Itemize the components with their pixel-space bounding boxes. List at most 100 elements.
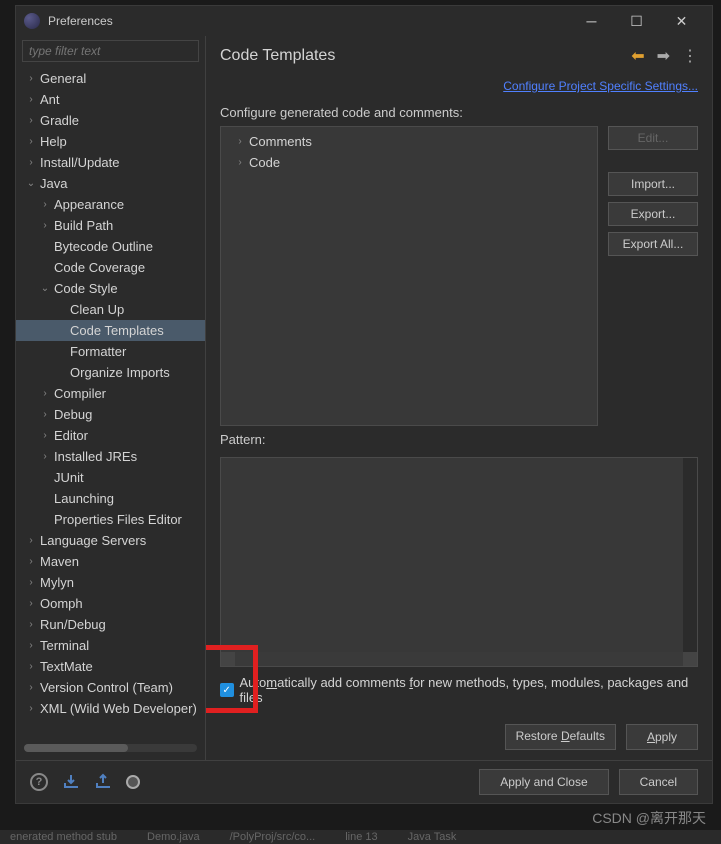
- tree-item[interactable]: ›Run/Debug: [16, 614, 205, 635]
- tree-item[interactable]: Organize Imports: [16, 362, 205, 383]
- tree-item[interactable]: ⌄Code Style: [16, 278, 205, 299]
- pattern-scrollbar-v[interactable]: [683, 458, 697, 652]
- tree-label: Clean Up: [68, 300, 124, 319]
- preferences-sidebar: ›General›Ant›Gradle›Help›Install/Update⌄…: [16, 36, 206, 760]
- tree-label: Debug: [52, 405, 92, 424]
- template-item[interactable]: ›Comments: [225, 131, 593, 152]
- expand-icon[interactable]: ›: [24, 699, 38, 718]
- tree-item[interactable]: ›Ant: [16, 89, 205, 110]
- maximize-button[interactable]: ☐: [614, 7, 659, 35]
- apply-button[interactable]: Apply: [626, 724, 698, 750]
- tree-item[interactable]: ›Compiler: [16, 383, 205, 404]
- dialog-footer: ? Apply and Close Cancel: [16, 760, 712, 803]
- oomph-icon[interactable]: [126, 775, 140, 789]
- page-title: Code Templates: [220, 47, 631, 65]
- nav-back-icon[interactable]: ⬅: [631, 46, 644, 66]
- tree-item[interactable]: Code Coverage: [16, 257, 205, 278]
- expand-icon[interactable]: ›: [24, 153, 38, 172]
- minimize-button[interactable]: ─: [569, 7, 614, 35]
- import-prefs-icon[interactable]: [62, 773, 80, 791]
- tree-item[interactable]: ›General: [16, 68, 205, 89]
- tree-item[interactable]: ›Terminal: [16, 635, 205, 656]
- export-button[interactable]: Export...: [608, 202, 698, 226]
- expand-icon[interactable]: ›: [24, 90, 38, 109]
- auto-comments-checkbox[interactable]: ✓: [220, 683, 234, 697]
- expand-icon[interactable]: ›: [24, 531, 38, 550]
- tree-item[interactable]: ⌄Java: [16, 173, 205, 194]
- expand-icon[interactable]: ›: [38, 195, 52, 214]
- tree-item[interactable]: ›Language Servers: [16, 530, 205, 551]
- expand-icon[interactable]: ›: [24, 573, 38, 592]
- tree-item[interactable]: Launching: [16, 488, 205, 509]
- tree-label: JUnit: [52, 468, 84, 487]
- tree-item[interactable]: ›Version Control (Team): [16, 677, 205, 698]
- tree-item[interactable]: ›Installed JREs: [16, 446, 205, 467]
- pattern-textarea[interactable]: [220, 457, 698, 667]
- expand-icon[interactable]: ⌄: [38, 279, 52, 298]
- templates-tree[interactable]: ›Comments›Code: [220, 126, 598, 426]
- export-prefs-icon[interactable]: [94, 773, 112, 791]
- tree-label: Install/Update: [38, 153, 120, 172]
- tree-item[interactable]: Bytecode Outline: [16, 236, 205, 257]
- expand-icon[interactable]: ›: [24, 69, 38, 88]
- tree-label: Ant: [38, 90, 60, 109]
- expand-icon[interactable]: ›: [233, 132, 247, 151]
- preferences-tree[interactable]: ›General›Ant›Gradle›Help›Install/Update⌄…: [16, 66, 205, 744]
- nav-menu-icon[interactable]: ⋮: [682, 46, 698, 66]
- expand-icon[interactable]: ›: [38, 384, 52, 403]
- titlebar[interactable]: Preferences ─ ☐ ✕: [16, 6, 712, 36]
- expand-icon[interactable]: ›: [24, 111, 38, 130]
- tree-item[interactable]: ›Editor: [16, 425, 205, 446]
- tree-label: Installed JREs: [52, 447, 137, 466]
- template-item[interactable]: ›Code: [225, 152, 593, 173]
- tree-label: Code: [247, 153, 280, 172]
- expand-icon[interactable]: ⌄: [24, 174, 38, 193]
- sidebar-scrollbar[interactable]: [24, 744, 197, 752]
- tree-item[interactable]: Code Templates: [16, 320, 205, 341]
- tree-item[interactable]: ›Appearance: [16, 194, 205, 215]
- tree-item[interactable]: ›Debug: [16, 404, 205, 425]
- tree-label: Code Templates: [68, 321, 164, 340]
- tree-item[interactable]: ›XML (Wild Web Developer): [16, 698, 205, 719]
- tree-item[interactable]: Clean Up: [16, 299, 205, 320]
- expand-icon[interactable]: ›: [38, 447, 52, 466]
- import-button[interactable]: Import...: [608, 172, 698, 196]
- expand-icon[interactable]: ›: [24, 657, 38, 676]
- expand-icon[interactable]: ›: [24, 615, 38, 634]
- tree-item[interactable]: ›Maven: [16, 551, 205, 572]
- project-settings-link[interactable]: Configure Project Specific Settings...: [503, 79, 698, 93]
- nav-forward-icon[interactable]: ➡: [657, 46, 670, 66]
- expand-icon[interactable]: ›: [38, 426, 52, 445]
- export-all-button[interactable]: Export All...: [608, 232, 698, 256]
- expand-icon[interactable]: ›: [24, 552, 38, 571]
- help-icon[interactable]: ?: [30, 773, 48, 791]
- auto-comments-checkbox-row[interactable]: ✓ Automatically add comments for new met…: [220, 667, 698, 715]
- tree-label: XML (Wild Web Developer): [38, 699, 197, 718]
- tree-item[interactable]: ›Install/Update: [16, 152, 205, 173]
- expand-icon[interactable]: ›: [233, 153, 247, 172]
- close-button[interactable]: ✕: [659, 7, 704, 35]
- tree-item[interactable]: ›Help: [16, 131, 205, 152]
- pattern-scrollbar-h[interactable]: [221, 652, 697, 666]
- expand-icon[interactable]: ›: [38, 216, 52, 235]
- expand-icon[interactable]: ›: [24, 636, 38, 655]
- expand-icon[interactable]: ›: [24, 132, 38, 151]
- expand-icon[interactable]: ›: [38, 405, 52, 424]
- tree-item[interactable]: ›Gradle: [16, 110, 205, 131]
- tree-item[interactable]: ›Oomph: [16, 593, 205, 614]
- edit-button[interactable]: Edit...: [608, 126, 698, 150]
- tree-item[interactable]: ›TextMate: [16, 656, 205, 677]
- tree-item[interactable]: Formatter: [16, 341, 205, 362]
- expand-icon[interactable]: ›: [24, 678, 38, 697]
- restore-defaults-button[interactable]: Restore Defaults: [505, 724, 616, 750]
- expand-icon[interactable]: ›: [24, 594, 38, 613]
- cancel-button[interactable]: Cancel: [619, 769, 698, 795]
- apply-close-button[interactable]: Apply and Close: [479, 769, 608, 795]
- tree-item[interactable]: Properties Files Editor: [16, 509, 205, 530]
- filter-input[interactable]: [22, 40, 199, 62]
- tree-label: General: [38, 69, 86, 88]
- tree-label: Version Control (Team): [38, 678, 173, 697]
- tree-item[interactable]: ›Mylyn: [16, 572, 205, 593]
- tree-item[interactable]: ›Build Path: [16, 215, 205, 236]
- tree-item[interactable]: JUnit: [16, 467, 205, 488]
